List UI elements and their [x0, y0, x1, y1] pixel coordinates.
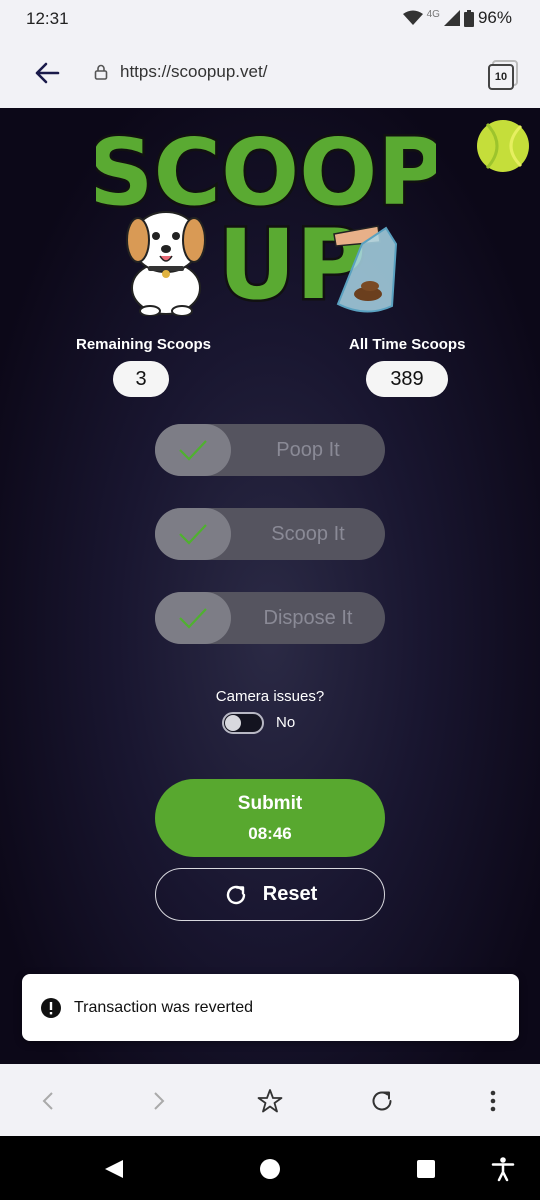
dog-illustration: [126, 211, 206, 316]
toast-message: Transaction was reverted: [74, 998, 254, 1016]
error-toast: Transaction was reverted: [22, 974, 519, 1041]
accessibility-button[interactable]: [490, 1156, 516, 1182]
star-icon: [257, 1089, 283, 1113]
status-bar: 12:31 4G 96%: [0, 0, 540, 38]
back-arrow-icon: [35, 62, 60, 84]
reset-icon: [226, 885, 245, 904]
url-field[interactable]: https://scoopup.vet/: [120, 62, 267, 82]
nav-forward-button[interactable]: [144, 1086, 174, 1116]
system-home-button[interactable]: [257, 1156, 283, 1182]
step-scoop-it-toggle[interactable]: Scoop It: [155, 508, 385, 560]
tabs-button[interactable]: 10: [486, 60, 518, 90]
status-icons: 4G 96%: [402, 8, 512, 28]
battery-percent: 96%: [477, 8, 512, 27]
submit-timer: 08:46: [248, 824, 292, 843]
alltime-scoops-label: All Time Scoops: [349, 336, 466, 353]
page-content: SCOOP UP Remaining Scoops All Time Scoop…: [0, 108, 540, 1064]
reload-icon: [372, 1091, 392, 1111]
recents-icon: [417, 1160, 435, 1178]
scoopup-logo: SCOOP UP: [96, 117, 436, 316]
step-dispose-it-toggle[interactable]: Dispose It: [155, 592, 385, 644]
reset-button[interactable]: Reset: [155, 868, 385, 921]
remaining-scoops-value: 3: [113, 361, 169, 397]
checkmark-icon: [179, 440, 207, 461]
submit-button[interactable]: Submit 08:46: [155, 779, 385, 857]
step-knob: [155, 424, 231, 476]
signal-icon: [443, 10, 460, 26]
back-icon: [42, 1092, 53, 1110]
forward-icon: [154, 1092, 165, 1110]
lock-icon: [94, 64, 108, 80]
step-label: Scoop It: [271, 522, 345, 545]
checkmark-icon: [179, 608, 207, 629]
alltime-scoops-value: 389: [366, 361, 448, 397]
step-label: Poop It: [276, 438, 340, 461]
bookmark-button[interactable]: [255, 1086, 285, 1116]
remaining-scoops-label: Remaining Scoops: [76, 336, 212, 353]
battery-icon: [463, 9, 474, 27]
system-back-button[interactable]: [101, 1156, 127, 1182]
status-time: 12:31: [26, 9, 69, 28]
camera-issues-switch[interactable]: [222, 712, 264, 734]
browser-toolbar: [0, 1064, 540, 1136]
camera-issues-label: Camera issues?: [215, 688, 325, 705]
camera-issues-state: No: [276, 714, 296, 731]
tennis-ball-icon[interactable]: [477, 120, 529, 172]
nav-back-button[interactable]: [33, 1086, 63, 1116]
system-recents-button[interactable]: [413, 1156, 439, 1182]
switch-thumb: [225, 715, 241, 731]
wifi-icon: [402, 10, 423, 25]
reset-label: Reset: [262, 883, 318, 905]
triangle-back-icon: [105, 1160, 123, 1178]
system-nav-bar: [0, 1136, 540, 1200]
submit-label: Submit: [237, 793, 303, 814]
accessibility-icon: [491, 1157, 515, 1182]
home-icon: [260, 1159, 280, 1179]
menu-button[interactable]: [478, 1086, 508, 1116]
step-label: Dispose It: [263, 606, 353, 629]
url-bar: https://scoopup.vet/ 10: [0, 38, 540, 108]
info-icon: [41, 997, 61, 1018]
step-poop-it-toggle[interactable]: Poop It: [155, 424, 385, 476]
more-icon: [490, 1090, 496, 1112]
reload-button[interactable]: [367, 1086, 397, 1116]
checkmark-icon: [179, 524, 207, 545]
step-knob: [155, 592, 231, 644]
step-knob: [155, 508, 231, 560]
back-button[interactable]: [30, 56, 64, 90]
tab-count: 10: [488, 64, 514, 90]
network-type: 4G: [426, 8, 440, 20]
